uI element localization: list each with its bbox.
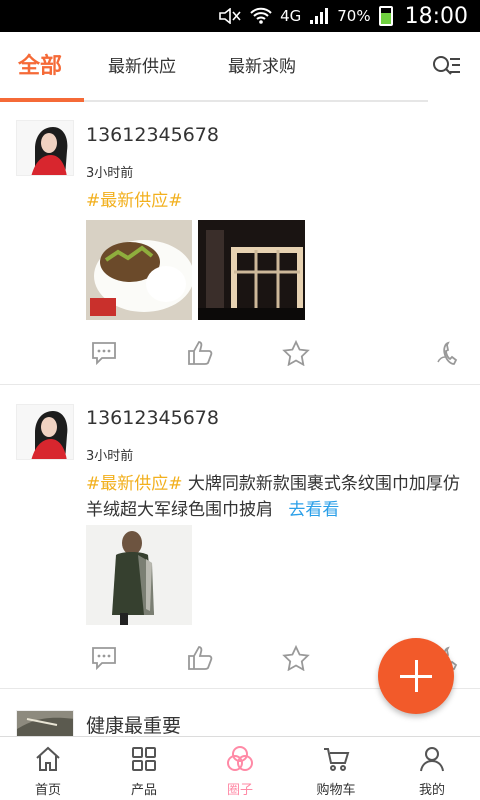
- nav-products-label: 产品: [130, 783, 157, 798]
- nav-home[interactable]: 首页: [0, 737, 96, 800]
- username[interactable]: 健康最重要: [86, 711, 181, 736]
- post-image[interactable]: [198, 220, 305, 320]
- nav-cart-label: 购物车: [316, 783, 356, 798]
- network-type: 4G: [280, 7, 302, 25]
- comment-icon: [92, 647, 116, 671]
- nav-mine[interactable]: 我的: [384, 737, 480, 800]
- mute-icon: [218, 8, 242, 24]
- post-time: 3小时前: [86, 166, 134, 181]
- post-image[interactable]: [86, 525, 192, 625]
- tab-all[interactable]: 全部: [18, 32, 62, 102]
- favorite-button[interactable]: [282, 339, 310, 367]
- tab-bar: 全部 最新供应 最新求购: [0, 32, 480, 102]
- battery-percent: 70%: [337, 7, 371, 25]
- search-filter-button[interactable]: [430, 52, 462, 82]
- thumbs-up-icon: [188, 341, 213, 365]
- cart-icon: [324, 748, 350, 771]
- post-image[interactable]: [86, 220, 192, 320]
- like-button[interactable]: [186, 645, 214, 671]
- comment-button[interactable]: [90, 645, 118, 671]
- signal-icon: [309, 7, 329, 25]
- add-post-button[interactable]: [378, 638, 454, 714]
- nav-cart[interactable]: 购物车: [288, 737, 384, 800]
- topic-tag[interactable]: #最新供应#: [86, 191, 183, 211]
- tab-latest-purchase[interactable]: 最新求购: [228, 32, 296, 102]
- nav-mine-label: 我的: [418, 783, 445, 798]
- status-bar: 4G 70% 18:00: [0, 0, 480, 32]
- call-button[interactable]: [434, 340, 462, 366]
- comment-icon: [92, 342, 116, 366]
- search-list-icon: [433, 56, 460, 75]
- person-icon: [420, 747, 444, 772]
- avatar[interactable]: [16, 120, 74, 176]
- home-icon: [36, 746, 60, 771]
- comment-button[interactable]: [90, 340, 118, 366]
- phone-icon: [437, 341, 458, 365]
- thumbs-up-icon: [188, 646, 213, 670]
- avatar[interactable]: [16, 710, 74, 736]
- circles-icon: [227, 746, 253, 771]
- nav-circle[interactable]: 圈子: [192, 737, 288, 800]
- nav-circle-label: 圈子: [226, 783, 253, 798]
- tab-latest-supply[interactable]: 最新供应: [108, 32, 176, 102]
- username[interactable]: 13612345678: [86, 124, 219, 146]
- wifi-icon: [250, 7, 272, 25]
- grid-icon: [132, 747, 156, 771]
- post-card[interactable]: 13612345678 3小时前 #最新供应#: [0, 102, 480, 384]
- topic-tag[interactable]: #最新供应#: [86, 474, 183, 494]
- star-icon: [282, 339, 310, 367]
- nav-products[interactable]: 产品: [96, 737, 192, 800]
- clock: 18:00: [404, 3, 468, 29]
- bottom-nav: 首页 产品 圈子 购物车 我的: [0, 736, 480, 800]
- view-link[interactable]: 去看看: [288, 500, 339, 520]
- star-icon: [282, 644, 310, 672]
- like-button[interactable]: [186, 340, 214, 366]
- post-content: #最新供应#: [86, 188, 462, 214]
- post-time: 3小时前: [86, 449, 134, 464]
- username[interactable]: 13612345678: [86, 407, 219, 429]
- avatar[interactable]: [16, 404, 74, 460]
- favorite-button[interactable]: [282, 644, 310, 672]
- battery-icon: [378, 6, 393, 26]
- nav-home-label: 首页: [34, 783, 61, 798]
- post-content: #最新供应# 大牌同款新款围裹式条纹围巾加厚仿羊绒超大军绿色围巾披肩 去看看: [86, 471, 462, 523]
